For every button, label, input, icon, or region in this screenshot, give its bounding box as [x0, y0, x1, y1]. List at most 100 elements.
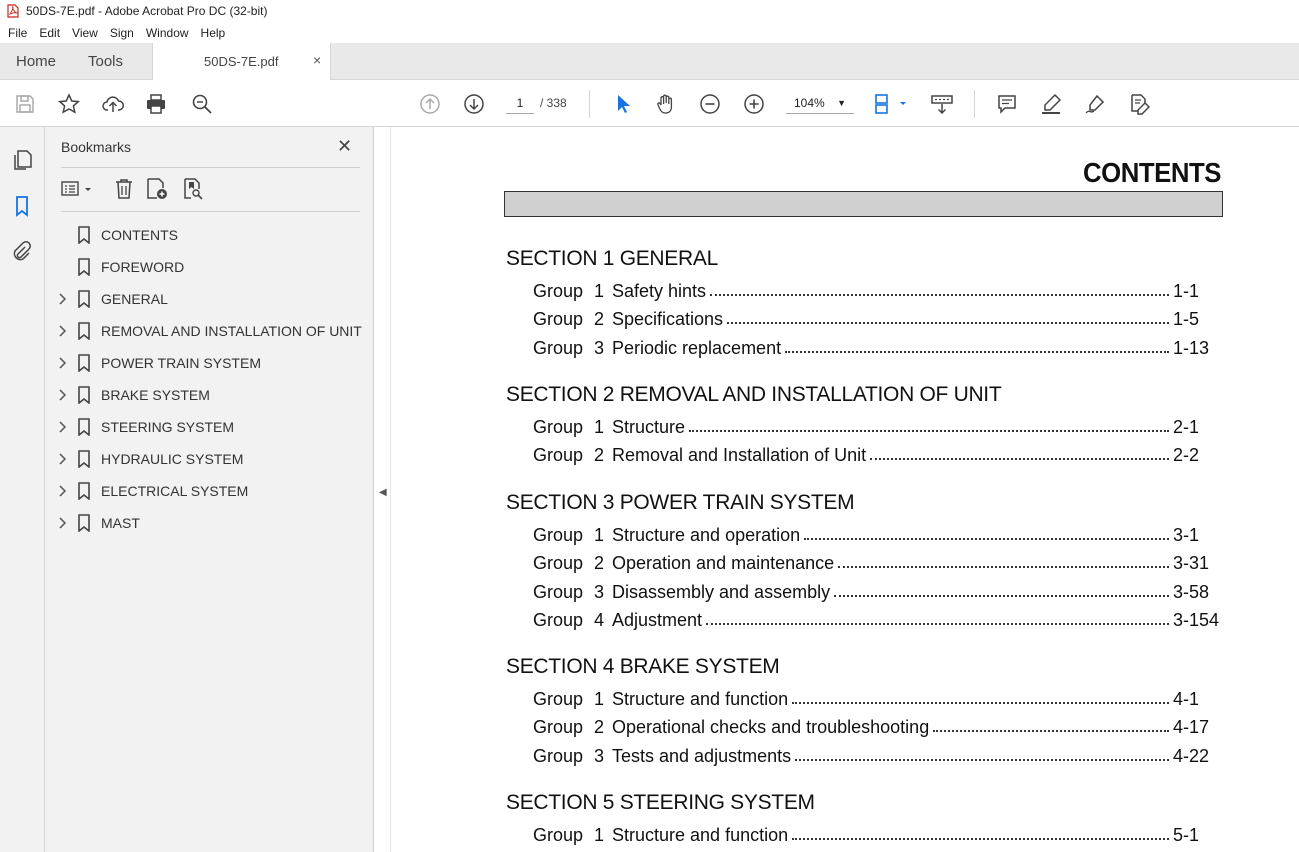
- page-thumbnails-icon[interactable]: [11, 149, 33, 171]
- dot-leader: [795, 758, 1169, 761]
- bookmark-item[interactable]: FOREWORD: [45, 251, 374, 283]
- toc-entry[interactable]: Group 1 Structure and function 4-1: [533, 689, 1223, 713]
- dot-leader: [706, 622, 1169, 625]
- highlight-pen-icon[interactable]: [1039, 92, 1063, 116]
- chevron-right-icon[interactable]: [58, 484, 68, 498]
- page-reference: 5-1: [1173, 825, 1200, 845]
- toc-entry[interactable]: Group 1 Structure and function 5-1: [533, 825, 1223, 849]
- toc-entry[interactable]: Group 1 Structure and operation 3-1: [533, 525, 1223, 549]
- group-label: Group: [533, 689, 584, 709]
- toc-entry[interactable]: Group 3 Tests and adjustments 4-22: [533, 745, 1223, 770]
- toc-entry[interactable]: Group 2 Removal and Installation of Unit 2-…: [533, 445, 1223, 469]
- document-heading: CONTENTS: [1083, 157, 1221, 188]
- page-reference: 3-154: [1173, 609, 1220, 630]
- zoom-in-icon[interactable]: [742, 92, 766, 116]
- title-bar: 50DS-7E.pdf - Adobe Acrobat Pro DC (32-b…: [0, 0, 1299, 22]
- zoom-out-icon[interactable]: [698, 92, 722, 116]
- star-icon[interactable]: [57, 92, 81, 116]
- hand-tool-icon[interactable]: [654, 92, 678, 116]
- upload-cloud-icon[interactable]: [101, 92, 125, 116]
- group-title: Periodic replacement: [612, 337, 784, 359]
- group-number: 3: [594, 337, 605, 358]
- page-number-input[interactable]: 1: [506, 92, 534, 114]
- page-reference: 4-17: [1173, 717, 1210, 738]
- tab-close-icon[interactable]: ×: [313, 52, 321, 68]
- dot-leader: [838, 566, 1169, 569]
- group-label: Group: [533, 609, 584, 630]
- bookmark-item[interactable]: CONTENTS: [45, 219, 374, 251]
- chevron-right-icon[interactable]: [58, 388, 68, 402]
- previous-page-icon[interactable]: [418, 92, 442, 116]
- collapse-panel-arrow-icon[interactable]: ◀: [379, 487, 387, 498]
- chevron-right-icon[interactable]: [58, 356, 68, 370]
- new-bookmark-icon[interactable]: [145, 177, 169, 201]
- window-title: 50DS-7E.pdf - Adobe Acrobat Pro DC (32-b…: [26, 4, 268, 18]
- bookmark-item[interactable]: BRAKE SYSTEM: [45, 379, 374, 411]
- page-layout-icon[interactable]: [872, 92, 908, 116]
- tab-home[interactable]: Home: [16, 53, 56, 70]
- toc-entry[interactable]: Group 1 Safety hints 1-1: [533, 281, 1223, 305]
- select-cursor-icon[interactable]: [610, 92, 634, 116]
- draw-sign-icon[interactable]: [1083, 92, 1107, 116]
- bookmarks-panel: Bookmarks ✕ CONTENTS FOREWORD GENERAL REMOV…: [45, 127, 374, 852]
- toc-entry[interactable]: Group 2 Specifications 1-5: [533, 309, 1223, 333]
- menu-view[interactable]: View: [66, 26, 104, 40]
- save-icon[interactable]: [13, 92, 37, 116]
- page-reference: 4-1: [1173, 689, 1200, 709]
- dot-leader: [689, 430, 1169, 432]
- toc-entry[interactable]: Group 3 Periodic replacement 1-13: [533, 337, 1223, 362]
- bookmark-options-icon[interactable]: [61, 177, 95, 201]
- chevron-down-icon: ▼: [837, 98, 846, 108]
- find-bookmark-icon[interactable]: [181, 177, 205, 201]
- scroll-mode-icon[interactable]: [930, 92, 954, 116]
- group-label: Group: [533, 281, 584, 301]
- bookmark-item[interactable]: HYDRAULIC SYSTEM: [45, 443, 374, 475]
- toc-entry[interactable]: Group 4 Adjustment 3-154: [533, 609, 1223, 634]
- edit-text-icon[interactable]: [1127, 92, 1151, 116]
- toc-entry[interactable]: Group 2 Operation and maintenance 3-31: [533, 553, 1223, 577]
- bookmark-item[interactable]: REMOVAL AND INSTALLATION OF UNIT: [45, 315, 374, 347]
- chevron-right-icon[interactable]: [58, 420, 68, 434]
- page-reference: 2-1: [1173, 417, 1200, 437]
- menu-bar: File Edit View Sign Window Help: [0, 22, 1299, 43]
- toc-entry[interactable]: Group 3 Disassembly and assembly 3-58: [533, 581, 1223, 606]
- tab-bar: Home Tools 50DS-7E.pdf ×: [0, 43, 1299, 80]
- toc-entry[interactable]: Group 2 Operational checks and troubleshoo…: [533, 717, 1223, 741]
- page-reference: 2-2: [1173, 445, 1200, 466]
- document-view[interactable]: CONTENTS SECTION 1 GENERAL Group 1 Safety h…: [392, 127, 1299, 852]
- search-zoom-icon[interactable]: [190, 92, 214, 116]
- dot-leader: [834, 594, 1169, 597]
- chevron-right-icon[interactable]: [58, 292, 68, 306]
- print-icon[interactable]: [144, 92, 168, 116]
- menu-help[interactable]: Help: [195, 26, 232, 40]
- bookmark-item[interactable]: GENERAL: [45, 283, 374, 315]
- tab-tools[interactable]: Tools: [88, 53, 123, 70]
- bookmarks-icon[interactable]: [11, 195, 33, 217]
- panel-splitter[interactable]: ◀: [374, 127, 391, 852]
- zoom-level-select[interactable]: 104% ▼: [786, 92, 854, 114]
- chevron-right-icon[interactable]: [58, 324, 68, 338]
- comment-icon[interactable]: [995, 92, 1019, 116]
- page-reference: 3-58: [1173, 581, 1210, 602]
- chevron-right-icon[interactable]: [58, 452, 68, 466]
- bookmark-item[interactable]: POWER TRAIN SYSTEM: [45, 347, 374, 379]
- bookmark-item[interactable]: STEERING SYSTEM: [45, 411, 374, 443]
- next-page-icon[interactable]: [462, 92, 486, 116]
- menu-edit[interactable]: Edit: [33, 26, 66, 40]
- bookmark-item[interactable]: MAST: [45, 507, 374, 539]
- bookmark-icon: [78, 386, 90, 404]
- menu-window[interactable]: Window: [140, 26, 195, 40]
- zoom-level-value: 104%: [794, 96, 825, 110]
- attachments-paperclip-icon[interactable]: [11, 241, 33, 263]
- chevron-right-icon[interactable]: [58, 516, 68, 530]
- menu-sign[interactable]: Sign: [104, 26, 140, 40]
- menu-file[interactable]: File: [0, 26, 33, 40]
- bookmark-item[interactable]: ELECTRICAL SYSTEM: [45, 475, 374, 507]
- bookmark-label: HYDRAULIC SYSTEM: [101, 451, 244, 467]
- group-number: 2: [594, 717, 605, 738]
- close-icon[interactable]: ✕: [337, 136, 352, 157]
- page-total: / 338: [540, 96, 567, 110]
- tab-document[interactable]: 50DS-7E.pdf ×: [152, 43, 331, 80]
- toc-entry[interactable]: Group 1 Structure 2-1: [533, 417, 1223, 441]
- delete-trash-icon[interactable]: [112, 177, 136, 201]
